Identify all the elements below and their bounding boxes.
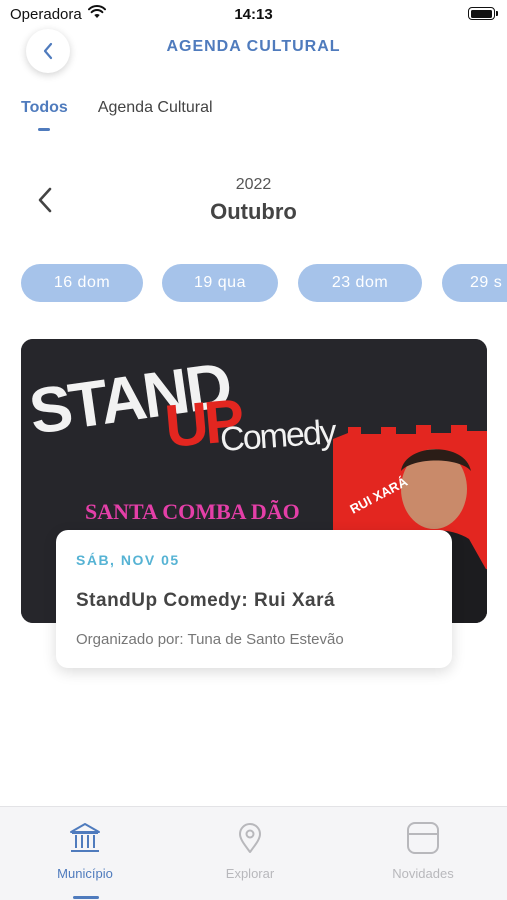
map-pin-icon [239, 823, 261, 853]
tab-agenda-cultural[interactable]: Agenda Cultural [98, 99, 213, 117]
banner-location-text: SANTA COMBA DÃO [85, 499, 300, 524]
bank-icon [70, 823, 100, 852]
banner-comedy-text: Comedy [219, 413, 338, 459]
card-icon [407, 822, 439, 854]
date-chip-list: 16 dom 19 qua 23 dom 29 s [21, 264, 507, 304]
nav-item-municipio[interactable]: Município [25, 821, 145, 881]
tab-bar: Todos Agenda Cultural [21, 99, 213, 117]
tab-todos[interactable]: Todos [21, 99, 68, 117]
page-title: AGENDA CULTURAL [166, 38, 341, 55]
event-card[interactable]: SÁB, NOV 05 StandUp Comedy: Rui Xará Org… [56, 530, 452, 668]
date-chip[interactable]: 29 s [442, 264, 507, 302]
nav-item-novidades[interactable]: Novidades [363, 821, 483, 881]
event-date: SÁB, NOV 05 [76, 552, 180, 568]
date-chip[interactable]: 16 dom [21, 264, 143, 302]
nav-label-novidades: Novidades [392, 866, 454, 881]
status-time: 14:13 [234, 6, 273, 23]
nav-item-explorar[interactable]: Explorar [190, 821, 310, 881]
calendar-year: 2022 [235, 176, 272, 193]
status-bar: Operadora 14:13 [0, 0, 507, 30]
date-chip[interactable]: 23 dom [298, 264, 422, 302]
event-organizer: Organizado por: Tuna de Santo Estevão [76, 631, 344, 648]
event-title: StandUp Comedy: Rui Xará [76, 590, 336, 611]
date-chip[interactable]: 19 qua [162, 264, 278, 302]
nav-active-indicator [73, 896, 99, 899]
battery-icon [468, 7, 498, 20]
calendar-month: Outubro [210, 199, 297, 224]
bottom-nav-bar: Município Explorar Novidades [0, 806, 507, 900]
nav-label-explorar: Explorar [225, 866, 275, 881]
nav-label-municipio: Município [57, 866, 113, 881]
